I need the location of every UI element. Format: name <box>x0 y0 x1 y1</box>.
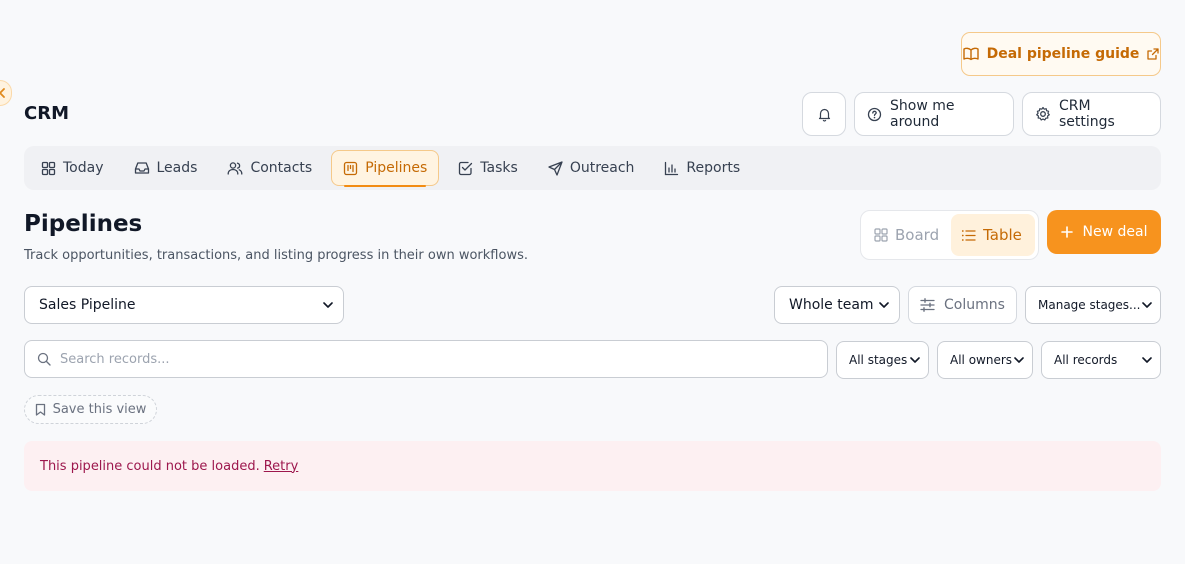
crm-settings-button[interactable]: CRM settings <box>1022 92 1161 136</box>
show-me-around-button[interactable]: Show me around <box>854 92 1014 136</box>
search-icon <box>37 352 51 366</box>
columns-button[interactable]: Columns <box>908 286 1017 324</box>
tab-contacts[interactable]: Contacts <box>216 150 323 186</box>
tab-reports[interactable]: Reports <box>653 150 751 186</box>
sidebar-collapse-handle[interactable] <box>0 80 12 106</box>
chevron-down-icon <box>323 302 333 308</box>
crm-nav-tabs: Today Leads Contacts Pipelines Tasks Out… <box>24 146 1161 190</box>
search-bar <box>24 340 828 378</box>
app-title: CRM <box>24 103 69 124</box>
pipeline-select[interactable]: Sales Pipeline <box>24 286 344 324</box>
retry-link[interactable]: Retry <box>264 459 299 474</box>
show-me-around-label: Show me around <box>890 98 955 130</box>
tab-tasks[interactable]: Tasks <box>447 150 529 186</box>
chevron-down-icon <box>1142 357 1152 363</box>
columns-label: Columns <box>944 297 1005 313</box>
users-icon <box>227 161 243 175</box>
team-select-value: Whole team <box>789 297 874 313</box>
book-open-icon <box>962 47 979 61</box>
tab-pipelines[interactable]: Pipelines <box>331 150 440 187</box>
tab-pipelines-label: Pipelines <box>365 160 428 176</box>
table-view-label: Table <box>983 226 1022 244</box>
save-view-button[interactable]: Save this view <box>24 395 157 424</box>
chevron-down-icon <box>879 302 889 308</box>
manage-stages-select[interactable]: Manage stages... <box>1025 286 1161 324</box>
tab-today-label: Today <box>63 160 104 176</box>
tab-reports-label: Reports <box>686 160 741 176</box>
check-square-icon <box>458 161 473 176</box>
tab-leads-label: Leads <box>156 160 198 176</box>
external-link-icon <box>1147 48 1160 60</box>
chevron-down-icon <box>910 357 920 363</box>
chevron-left-icon <box>0 88 6 98</box>
send-icon <box>548 160 563 176</box>
page-subtitle: Track opportunities, transactions, and l… <box>24 248 528 263</box>
tab-tasks-label: Tasks <box>480 160 518 176</box>
board-icon <box>874 228 888 242</box>
error-message: This pipeline could not be loaded. <box>40 458 260 474</box>
owners-filter-select[interactable]: All owners <box>937 341 1033 379</box>
records-filter-select[interactable]: All records <box>1041 341 1161 379</box>
sliders-icon <box>920 298 935 312</box>
pipeline-select-value: Sales Pipeline <box>39 297 136 313</box>
manage-stages-value: Manage stages... <box>1038 298 1141 312</box>
help-circle-icon <box>867 107 882 122</box>
team-select[interactable]: Whole team <box>774 286 900 324</box>
stages-filter-value: All stages <box>849 353 908 367</box>
tab-contacts-label: Contacts <box>250 160 313 176</box>
grid-icon <box>41 161 56 176</box>
kanban-icon <box>343 161 358 176</box>
board-view-button[interactable]: Board <box>864 214 949 256</box>
page-title: Pipelines <box>24 211 143 237</box>
board-view-label: Board <box>895 226 940 244</box>
new-deal-label: New deal <box>1082 224 1148 240</box>
search-input[interactable] <box>60 351 815 367</box>
plus-icon <box>1060 226 1073 238</box>
save-view-label: Save this view <box>52 402 147 417</box>
top-actions: Show me around CRM settings <box>802 92 1161 136</box>
notifications-button[interactable] <box>802 92 846 136</box>
tab-outreach-label: Outreach <box>569 160 635 176</box>
deal-pipeline-guide-label: Deal pipeline guide <box>986 46 1140 62</box>
table-view-button[interactable]: Table <box>951 214 1035 256</box>
gear-icon <box>1035 106 1051 122</box>
records-filter-value: All records <box>1054 353 1118 367</box>
stages-filter-select[interactable]: All stages <box>836 341 929 379</box>
inbox-icon <box>134 161 150 175</box>
chevron-down-icon <box>1142 302 1152 308</box>
tab-today[interactable]: Today <box>30 150 115 186</box>
pipeline-load-error: This pipeline could not be loaded. Retry <box>24 441 1161 491</box>
bell-icon <box>817 107 832 122</box>
new-deal-button[interactable]: New deal <box>1047 210 1161 254</box>
bookmark-icon <box>35 403 46 416</box>
bar-chart-icon <box>664 161 679 176</box>
view-toggle: Board Table <box>860 210 1039 260</box>
deal-pipeline-guide-button[interactable]: Deal pipeline guide <box>961 32 1161 76</box>
list-icon <box>961 229 976 242</box>
tab-outreach[interactable]: Outreach <box>537 150 646 186</box>
crm-settings-label: CRM settings <box>1059 98 1115 130</box>
tab-leads[interactable]: Leads <box>123 150 209 186</box>
chevron-down-icon <box>1014 357 1024 363</box>
owners-filter-value: All owners <box>950 353 1013 367</box>
